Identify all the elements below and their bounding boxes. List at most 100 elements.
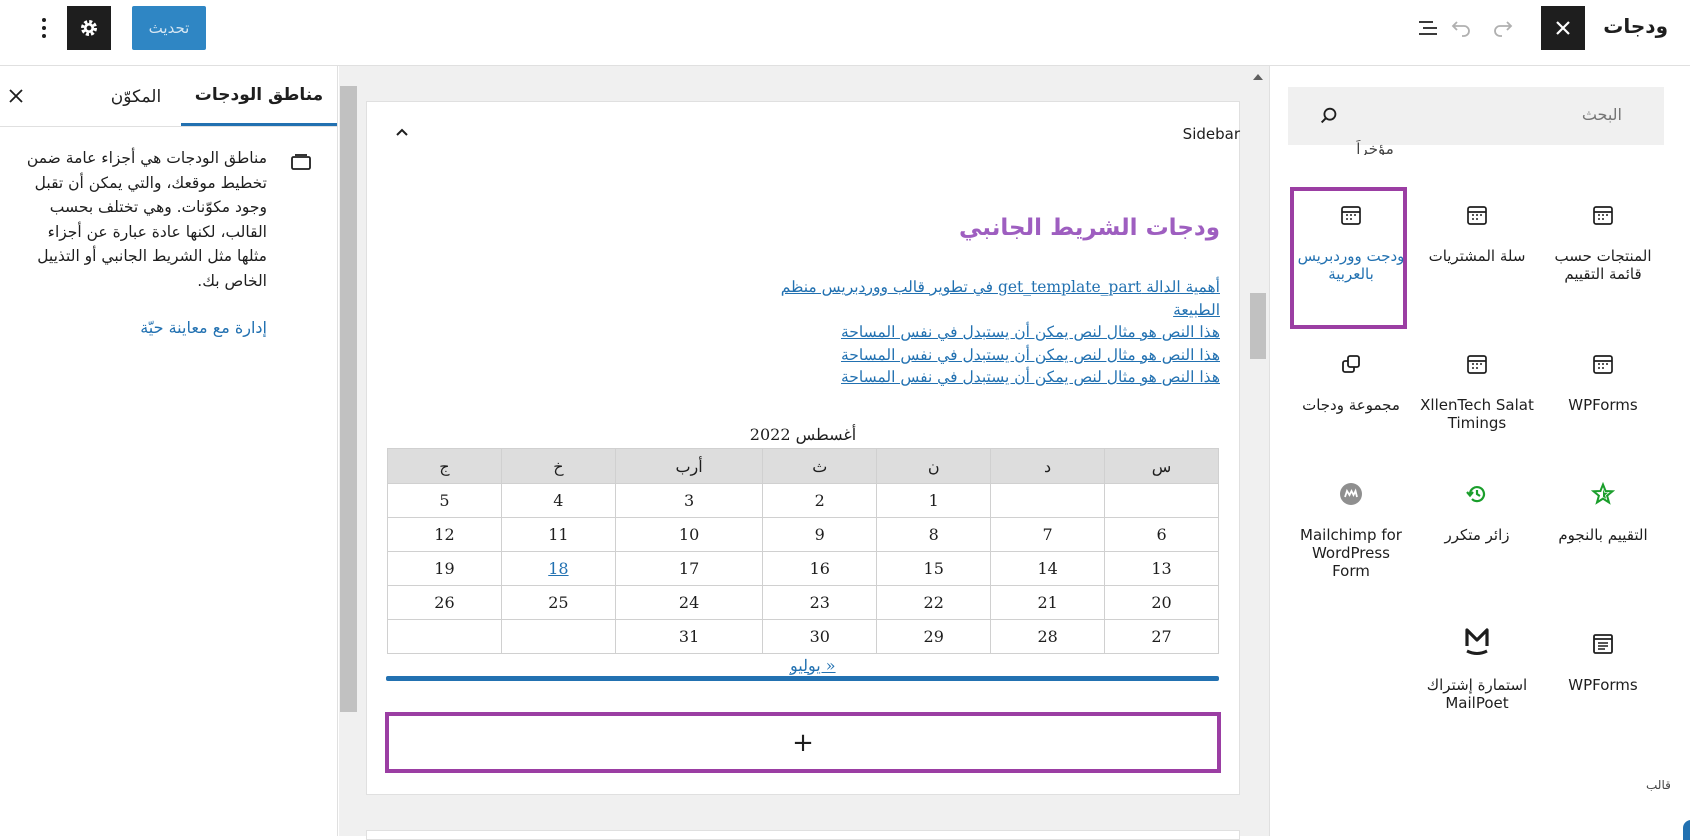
options-menu-button[interactable] [34, 14, 54, 42]
canvas-scrollbar-thumb[interactable] [340, 86, 357, 712]
calendar-day: 6 [1104, 517, 1219, 552]
calendar-weekday: ن [876, 448, 992, 484]
mailpoet-icon [1465, 628, 1489, 655]
calendar-day: 7 [990, 517, 1106, 552]
gear-icon [80, 19, 98, 37]
calendar-day: 9 [762, 517, 878, 552]
block-label: التقييم بالنجوم [1558, 526, 1648, 544]
block-label: المنتجات حسب قائمة التقييم [1554, 247, 1652, 283]
calendar-icon [1593, 355, 1613, 374]
block-label: WPForms [1568, 396, 1638, 414]
calendar-day: 23 [762, 585, 878, 620]
undo-icon [1451, 21, 1470, 37]
tab-widget-areas[interactable]: مناطق الودجات [181, 66, 337, 127]
block-widget-group[interactable]: مجموعة ودجات [1294, 352, 1408, 414]
calendar-day: 17 [614, 551, 764, 586]
block-search[interactable]: البحث [1288, 87, 1664, 145]
block-label: XllenTech Salat Timings [1420, 396, 1534, 432]
add-block-button[interactable]: + [385, 712, 1221, 773]
block-label: WPForms [1568, 676, 1638, 694]
block-inserter-panel [1269, 66, 1690, 840]
canvas-inner-scrollbar-thumb[interactable] [1250, 293, 1266, 359]
calendar-day: 29 [876, 619, 992, 654]
widget-area-next [366, 830, 1240, 840]
post-link[interactable]: أهمية الدالة get_template_part في تطوير … [750, 276, 1220, 321]
list-view-button[interactable] [1414, 14, 1442, 42]
block-mailpoet-form[interactable]: استمارة إشتراك MailPoet [1420, 626, 1534, 712]
calendar-weekday: خ [500, 448, 616, 484]
calendar-day: 1 [876, 483, 992, 518]
settings-button[interactable] [67, 6, 111, 50]
calendar-day: 2 [762, 483, 878, 518]
calendar-icon [1593, 206, 1613, 225]
calendar-empty-day [387, 619, 502, 654]
close-icon [1556, 21, 1570, 35]
calendar-day: 4 [500, 483, 616, 518]
calendar-day: 31 [614, 619, 764, 654]
calendar-day: 20 [1104, 585, 1219, 620]
calendar-day: 19 [387, 551, 502, 586]
widget-areas-description: مناطق الودجات هي أجزاء عامة ضمن تخطيط مو… [26, 149, 267, 290]
block-label: سلة المشتريات [1428, 247, 1526, 265]
block-products-by-rating[interactable]: المنتجات حسب قائمة التقييم [1546, 203, 1660, 283]
block-returning-visitor[interactable]: زائر متكرر [1420, 482, 1534, 544]
calendar-weekday: أرب [614, 448, 764, 484]
calendar-week: 6 7 8 9 10 11 12 [387, 517, 1219, 552]
calendar-empty-day [990, 483, 1106, 518]
recent-posts-list: أهمية الدالة get_template_part في تطوير … [750, 276, 1220, 389]
calendar-day: 12 [387, 517, 502, 552]
calendar-day: 25 [500, 585, 616, 620]
block-salat-timings[interactable]: XllenTech Salat Timings [1420, 352, 1534, 432]
calendar-icon [1467, 206, 1487, 225]
block-mailchimp-form[interactable]: Mailchimp for WordPress Form [1294, 482, 1408, 580]
history-icon [1466, 486, 1486, 503]
recent-section-label: مؤخراً [1356, 140, 1394, 155]
close-settings-button[interactable] [4, 84, 28, 108]
calendar-icon [1341, 206, 1361, 225]
redo-button[interactable] [1490, 14, 1518, 42]
chevron-up-icon [396, 128, 408, 136]
close-inserter-button[interactable] [1541, 6, 1585, 50]
block-wp-arabic-widget[interactable]: ودجت ووردبريس بالعربية [1294, 203, 1408, 283]
scroll-indicator [1683, 820, 1690, 840]
calendar-day: 10 [614, 517, 764, 552]
search-input[interactable]: البحث [1582, 105, 1622, 124]
tab-block[interactable]: المكوّن [96, 66, 176, 127]
calendar-day-link[interactable]: 18 [500, 551, 616, 586]
calendar-weekday: د [990, 448, 1106, 484]
post-link[interactable]: هذا النص هو مثال لنص يمكن أن يستبدل في ن… [750, 366, 1220, 389]
block-cart[interactable]: سلة المشتريات [1420, 203, 1534, 265]
block-wpforms[interactable]: WPForms [1546, 352, 1660, 414]
calendar-weekday: ث [762, 448, 878, 484]
calendar-day: 15 [876, 551, 992, 586]
close-icon [9, 89, 23, 103]
star-icon [1591, 482, 1615, 505]
calendar-day: 14 [990, 551, 1106, 586]
calendar-day: 27 [1104, 619, 1219, 654]
block-label: ودجت ووردبريس بالعربية [1297, 247, 1405, 283]
tab-divider [0, 126, 338, 127]
block-selection-line [386, 676, 1219, 681]
block-star-rating[interactable]: التقييم بالنجوم [1546, 482, 1660, 544]
block-label: استمارة إشتراك MailPoet [1426, 676, 1528, 712]
manage-live-preview-link[interactable]: إدارة مع معاينة حيّة [140, 318, 267, 337]
calendar-day: 26 [387, 585, 502, 620]
update-button[interactable]: تحديث [132, 6, 206, 50]
widget-area-title: Sidebar [1182, 125, 1240, 143]
collapse-area-button[interactable] [390, 120, 414, 144]
previous-month-link[interactable]: « يوليو [790, 656, 836, 675]
search-icon [1320, 107, 1337, 124]
calendar-week: 13 14 15 16 17 18 19 [387, 551, 1219, 586]
post-link[interactable]: هذا النص هو مثال لنص يمكن أن يستبدل في ن… [750, 344, 1220, 367]
calendar-day: 13 [1104, 551, 1219, 586]
undo-button[interactable] [1446, 14, 1474, 42]
calendar-icon [1467, 355, 1487, 374]
calendar-day: 30 [762, 619, 878, 654]
post-link[interactable]: هذا النص هو مثال لنص يمكن أن يستبدل في ن… [750, 321, 1220, 344]
calendar-week: 12345 [387, 483, 1219, 518]
more-vertical-icon [42, 18, 46, 38]
canvas-inner-scrollbar[interactable] [1247, 66, 1269, 836]
calendar-day: 21 [990, 585, 1106, 620]
block-wpforms-2[interactable]: WPForms [1546, 632, 1660, 694]
sidebar-widgets-heading: ودجات الشريط الجانبي [959, 215, 1220, 241]
